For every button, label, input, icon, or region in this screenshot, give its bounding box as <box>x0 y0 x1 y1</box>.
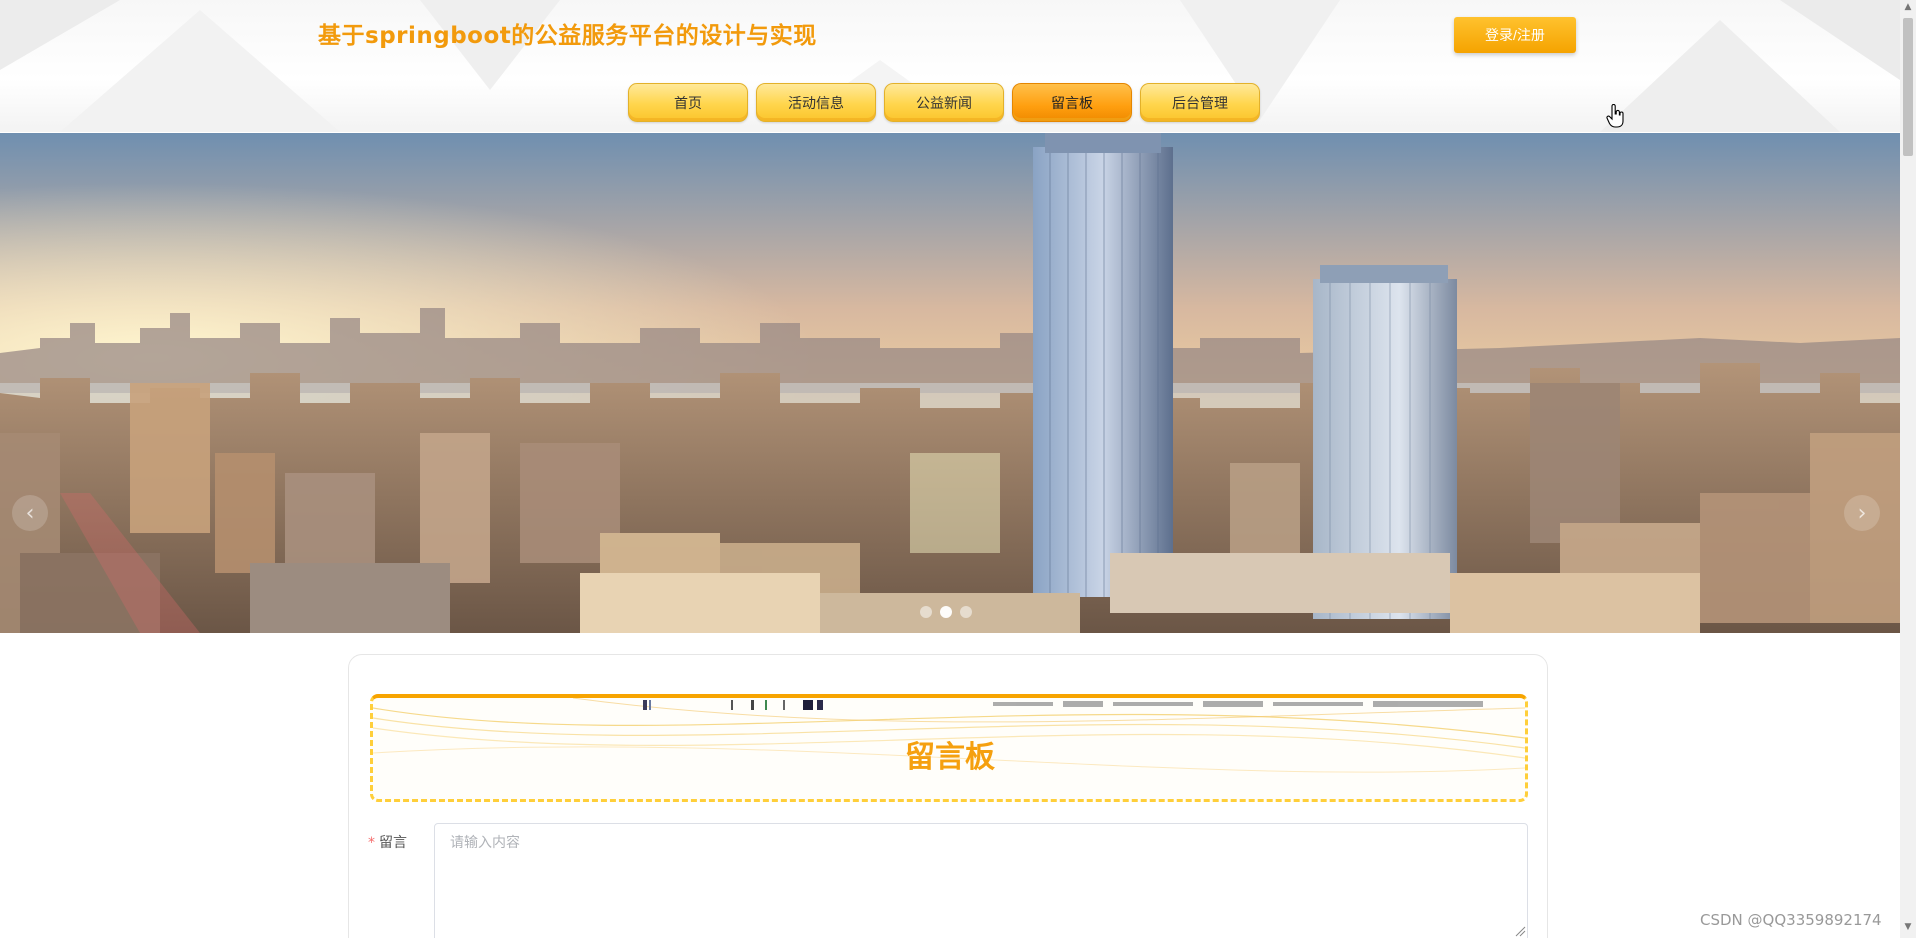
board-title: 留言板 <box>905 740 995 775</box>
site-header: 基于springboot的公益服务平台的设计与实现 登录/注册 首页 活动信息 … <box>0 0 1900 132</box>
rendering-artifact-right <box>993 701 1483 707</box>
carousel-dot-2[interactable] <box>940 606 952 618</box>
scrollbar-thumb[interactable] <box>1903 18 1913 156</box>
chevron-right-icon: › <box>1857 500 1867 526</box>
resize-handle-icon[interactable] <box>1514 925 1526 937</box>
carousel-dot-3[interactable] <box>960 606 972 618</box>
scroll-up-arrow-icon[interactable]: ▲ <box>1903 2 1913 12</box>
nav-item-admin[interactable]: 后台管理 <box>1140 83 1260 122</box>
nav-item-home[interactable]: 首页 <box>628 83 748 122</box>
main-nav: 首页 活动信息 公益新闻 留言板 后台管理 <box>628 83 1260 122</box>
carousel-dot-1[interactable] <box>920 606 932 618</box>
chevron-left-icon: ‹ <box>25 500 35 526</box>
site-title: 基于springboot的公益服务平台的设计与实现 <box>318 23 817 49</box>
csdn-watermark: CSDN @QQ3359892174 <box>1700 911 1882 929</box>
message-field-label: * 留言 <box>368 832 407 852</box>
rendering-artifact-left <box>643 700 823 710</box>
hero-carousel[interactable]: ‹ › <box>0 133 1900 633</box>
nav-item-message-board[interactable]: 留言板 <box>1012 83 1132 122</box>
carousel-indicators <box>920 606 972 618</box>
login-register-button[interactable]: 登录/注册 <box>1454 17 1576 53</box>
message-label-text: 留言 <box>379 835 407 851</box>
city-skyline-image <box>0 133 1900 633</box>
carousel-next-button[interactable]: › <box>1844 495 1880 531</box>
scroll-down-arrow-icon[interactable]: ▼ <box>1903 922 1913 932</box>
message-textarea[interactable] <box>434 823 1528 938</box>
page-scrollbar[interactable]: ▲ ▼ <box>1900 0 1916 938</box>
required-marker: * <box>368 835 375 851</box>
hand-cursor-icon <box>1606 104 1624 128</box>
nav-item-activities[interactable]: 活动信息 <box>756 83 876 122</box>
section-title-banner: 留言板 <box>370 694 1528 802</box>
carousel-prev-button[interactable]: ‹ <box>12 495 48 531</box>
nav-item-news[interactable]: 公益新闻 <box>884 83 1004 122</box>
